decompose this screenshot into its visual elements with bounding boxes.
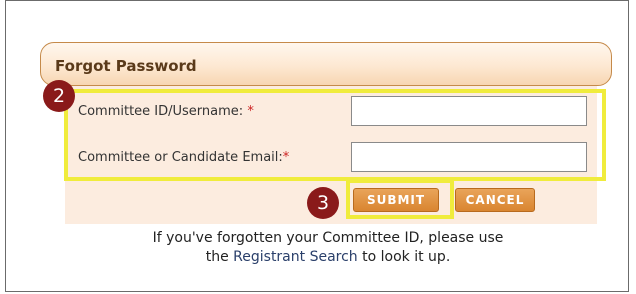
step-badge-2: 2: [43, 80, 75, 112]
cancel-button[interactable]: CANCEL: [455, 188, 535, 212]
help-text-line-2: the Registrant Search to look it up.: [88, 248, 568, 267]
help-text-line-1: If you've forgotten your Committee ID, p…: [152, 230, 504, 246]
help-text: If you've forgotten your Committee ID, p…: [88, 229, 568, 267]
help-text-the: the: [205, 249, 229, 265]
registrant-search-link[interactable]: Registrant Search: [233, 249, 358, 265]
step-badge-3: 3: [307, 187, 339, 219]
help-text-after: to look it up.: [362, 249, 451, 265]
highlight-box-submit: [346, 179, 454, 219]
form-title: Forgot Password: [55, 57, 197, 75]
highlight-box-fields: [64, 89, 606, 181]
